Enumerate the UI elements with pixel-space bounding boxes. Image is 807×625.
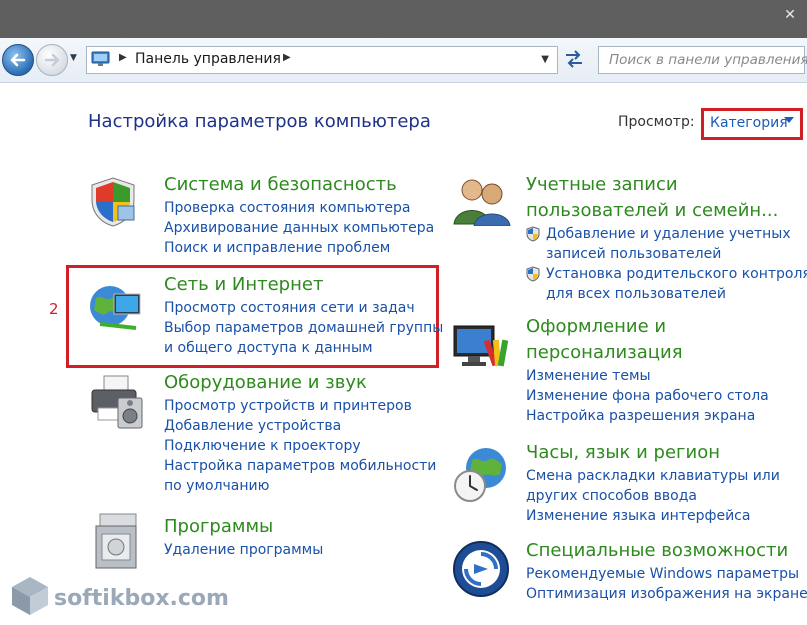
accessibility-icon[interactable] [452, 540, 510, 602]
programs-icon[interactable] [94, 512, 142, 574]
address-dropdown-icon[interactable]: ▼ [541, 54, 549, 65]
category-link[interactable]: Добавление и удаление учетных [526, 224, 807, 244]
category-title-line2[interactable]: пользователей и семейн... [526, 198, 807, 224]
chevron-right-icon[interactable]: ▶ [283, 52, 291, 63]
category-hardware-sound: Оборудование и звук Просмотр устройств и… [164, 370, 436, 496]
shield-icon[interactable] [88, 176, 138, 232]
category-link[interactable]: Изменение фона рабочего стола [526, 386, 769, 406]
category-link[interactable]: Настройка разрешения экрана [526, 406, 769, 426]
category-link[interactable]: Удаление программы [164, 540, 323, 560]
category-link-text: Установка родительского контроля [546, 266, 807, 282]
arrow-left-icon [10, 53, 26, 67]
refresh-icon[interactable] [562, 46, 586, 72]
category-link-text: Добавление и удаление учетных [546, 226, 791, 242]
category-title[interactable]: Оборудование и звук [164, 370, 436, 396]
category-title-line1[interactable]: Оформление и [526, 314, 769, 340]
category-link[interactable]: Изменение языка интерфейса [526, 506, 780, 526]
uac-shield-icon [526, 226, 540, 242]
forward-button[interactable] [36, 44, 68, 76]
printer-icon[interactable] [88, 372, 148, 436]
category-link[interactable]: Смена раскладки клавиатуры или [526, 466, 780, 486]
category-link[interactable]: Архивирование данных компьютера [164, 218, 434, 238]
category-link[interactable]: Оптимизация изображения на экране [526, 584, 807, 604]
category-link[interactable]: Настройка параметров мобильности [164, 456, 436, 476]
category-link[interactable]: по умолчанию [164, 476, 436, 496]
category-link[interactable]: Добавление устройства [164, 416, 436, 436]
watermark-text: softikbox.com [54, 586, 229, 611]
breadcrumb-control-panel[interactable]: Панель управления [135, 51, 281, 67]
category-programs: Программы Удаление программы [164, 514, 323, 560]
uac-shield-icon [526, 266, 540, 282]
category-link[interactable]: Изменение темы [526, 366, 769, 386]
category-user-accounts: Учетные записи пользователей и семейн...… [526, 172, 807, 304]
category-link[interactable]: Установка родительского контроля [526, 264, 807, 284]
category-link[interactable]: Поиск и исправление проблем [164, 238, 434, 258]
category-title[interactable]: Программы [164, 514, 323, 540]
category-accessibility: Специальные возможности Рекомендуемые Wi… [526, 538, 807, 604]
chevron-right-icon[interactable]: ▶ [119, 52, 127, 63]
category-network-internet: Сеть и Интернет Просмотр состояния сети … [164, 272, 443, 358]
network-globe-icon[interactable] [86, 280, 144, 340]
category-link[interactable]: Рекомендуемые Windows параметры [526, 564, 807, 584]
arrow-right-icon [44, 53, 60, 67]
category-link[interactable]: других способов ввода [526, 486, 780, 506]
search-input[interactable]: Поиск в панели управления [598, 46, 807, 74]
search-placeholder: Поиск в панели управления [609, 52, 807, 68]
category-link[interactable]: Просмотр состояния сети и задач [164, 298, 443, 318]
chevron-down-icon[interactable]: ▼ [70, 53, 82, 65]
category-title[interactable]: Система и безопасность [164, 172, 434, 198]
view-selected-value: Категория [710, 115, 788, 131]
category-link[interactable]: и общего доступа к данным [164, 338, 443, 358]
close-icon[interactable]: ✕ [783, 8, 797, 22]
category-clock-language: Часы, язык и регион Смена раскладки клав… [526, 440, 780, 526]
category-link[interactable]: Просмотр устройств и принтеров [164, 396, 436, 416]
navigation-bar: ▼ ▶ Панель управления ▶ ▼ Поиск в панели… [0, 38, 807, 83]
category-title[interactable]: Часы, язык и регион [526, 440, 780, 466]
category-link[interactable]: Выбор параметров домашней группы [164, 318, 443, 338]
clock-globe-icon[interactable] [452, 444, 512, 508]
category-title-line1[interactable]: Учетные записи [526, 172, 807, 198]
address-bar[interactable]: ▶ Панель управления ▶ ▼ [86, 46, 558, 74]
window-titlebar: ✕ [0, 0, 807, 38]
view-label: Просмотр: [618, 114, 695, 130]
step-number: 2 [49, 300, 59, 318]
category-title[interactable]: Сеть и Интернет [164, 272, 443, 298]
control-panel-icon [91, 51, 111, 67]
category-link[interactable]: Подключение к проектору [164, 436, 436, 456]
watermark: softikbox.com [8, 575, 268, 621]
category-link[interactable]: записей пользователей [526, 244, 807, 264]
display-palette-icon[interactable] [452, 322, 512, 378]
category-appearance: Оформление и персонализация Изменение те… [526, 314, 769, 426]
category-title[interactable]: Специальные возможности [526, 538, 807, 564]
page-title: Настройка параметров компьютера [88, 111, 431, 132]
category-title-line2[interactable]: персонализация [526, 340, 769, 366]
category-link[interactable]: Проверка состояния компьютера [164, 198, 434, 218]
category-system-security: Система и безопасность Проверка состояни… [164, 172, 434, 258]
category-link[interactable]: для всех пользователей [526, 284, 807, 304]
caret-down-icon [784, 117, 794, 123]
view-category-dropdown[interactable]: Категория [701, 108, 803, 140]
watermark-logo-icon [12, 577, 48, 615]
users-icon[interactable] [452, 176, 512, 230]
back-button[interactable] [2, 44, 34, 76]
